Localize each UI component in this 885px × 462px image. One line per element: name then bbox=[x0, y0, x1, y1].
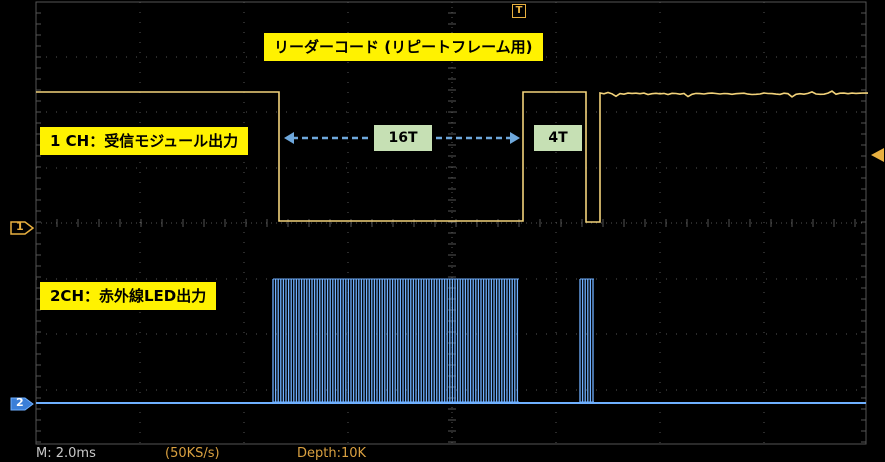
trigger-level-icon[interactable] bbox=[871, 148, 884, 162]
ch1-annotation: 1 CH：受信モジュール出力 bbox=[40, 127, 249, 155]
ch2-ground-marker-icon[interactable]: 2 bbox=[10, 396, 34, 411]
trigger-marker-icon[interactable]: T bbox=[512, 4, 526, 18]
memory-depth-readout[interactable]: Depth:10K bbox=[297, 446, 366, 462]
ch2-carrier-burst bbox=[272, 278, 594, 403]
oscilloscope-display bbox=[35, 1, 869, 445]
span-4t-tag: 4T bbox=[534, 125, 582, 151]
ch2-annotation: 2CH：赤外線LED出力 bbox=[40, 282, 217, 310]
arrow-head-left-icon bbox=[284, 132, 294, 144]
sample-rate-readout: (50KS/s) bbox=[165, 446, 220, 461]
title-annotation: リーダーコード (リピートフレーム用) bbox=[264, 33, 543, 61]
span-16t-tag: 16T bbox=[374, 125, 432, 151]
ch1-ground-marker-icon[interactable]: 1 bbox=[10, 220, 35, 235]
timebase-readout[interactable]: M: 2.0ms bbox=[36, 446, 96, 462]
ch2-marker-label: 2 bbox=[16, 396, 24, 409]
arrow-head-right-icon bbox=[510, 132, 520, 144]
ch1-marker-label: 1 bbox=[16, 220, 24, 233]
graticule-grid bbox=[35, 1, 867, 445]
